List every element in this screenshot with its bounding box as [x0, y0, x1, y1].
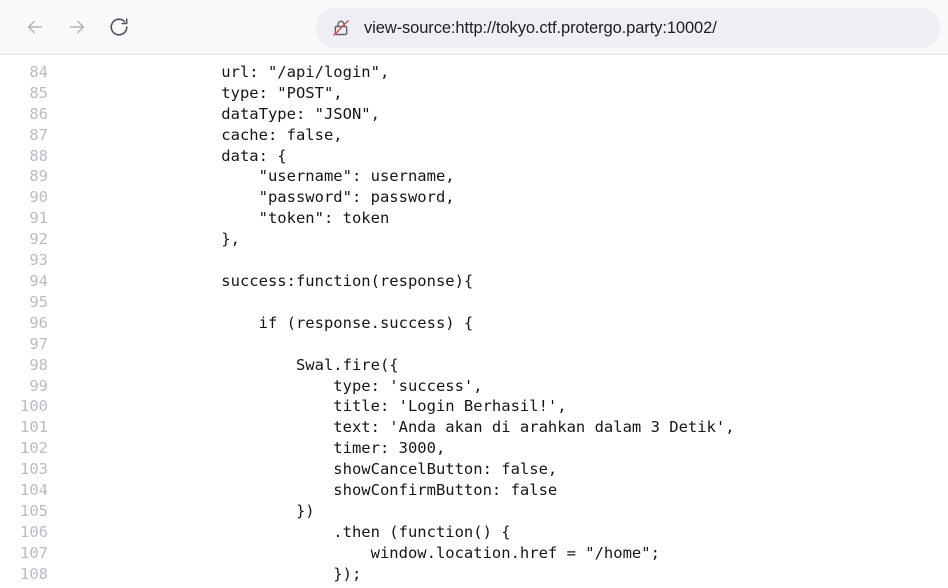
line-code[interactable]: },: [48, 229, 735, 250]
line-code[interactable]: "password": password,: [48, 187, 735, 208]
line-number: 84: [29, 62, 48, 81]
back-button[interactable]: [16, 8, 54, 46]
line-number: 97: [29, 334, 48, 353]
line-number: 86: [29, 104, 48, 123]
line-code[interactable]: showConfirmButton: false: [48, 480, 735, 501]
source-line: 89 "username": username,: [0, 166, 735, 187]
address-bar[interactable]: view-source:http://tokyo.ctf.protergo.pa…: [316, 8, 940, 48]
source-code-table: 8384 url: "/api/login",85 type: "POST",8…: [0, 56, 735, 588]
source-line: 105 }): [0, 501, 735, 522]
line-code[interactable]: Swal.fire({: [48, 355, 735, 376]
line-number: 89: [29, 167, 48, 186]
line-number: 101: [20, 418, 48, 437]
line-number: 104: [20, 481, 48, 500]
source-line: 103 showCancelButton: false,: [0, 459, 735, 480]
reload-button[interactable]: [100, 8, 138, 46]
source-line: 87 cache: false,: [0, 125, 735, 146]
line-code[interactable]: window.location.href = "/home";: [48, 543, 735, 564]
source-line: 85 type: "POST",: [0, 83, 735, 104]
line-number: 95: [29, 292, 48, 311]
view-source-content[interactable]: 8384 url: "/api/login",85 type: "POST",8…: [0, 56, 948, 588]
line-code[interactable]: data: {: [48, 146, 735, 167]
source-line: 107 window.location.href = "/home";: [0, 543, 735, 564]
line-code[interactable]: [48, 292, 735, 313]
line-number: 99: [29, 376, 48, 395]
line-code[interactable]: showCancelButton: false,: [48, 459, 735, 480]
line-code[interactable]: [48, 334, 735, 355]
source-line: 98 Swal.fire({: [0, 355, 735, 376]
line-code[interactable]: cache: false,: [48, 125, 735, 146]
browser-toolbar: view-source:http://tokyo.ctf.protergo.pa…: [0, 0, 948, 55]
line-number: 96: [29, 313, 48, 332]
line-number: 85: [29, 83, 48, 102]
forward-button[interactable]: [58, 8, 96, 46]
source-line: 94 success:function(response){: [0, 271, 735, 292]
source-line: 91 "token": token: [0, 208, 735, 229]
line-number: 98: [29, 355, 48, 374]
line-code[interactable]: success:function(response){: [48, 271, 735, 292]
line-code[interactable]: .then (function() {: [48, 522, 735, 543]
line-number: 102: [20, 439, 48, 458]
line-number: 91: [29, 209, 48, 228]
source-line: 104 showConfirmButton: false: [0, 480, 735, 501]
line-code[interactable]: type: 'success',: [48, 376, 735, 397]
line-number: 107: [20, 543, 48, 562]
line-code[interactable]: }): [48, 501, 735, 522]
line-number: 108: [20, 564, 48, 583]
source-line: 95: [0, 292, 735, 313]
reload-arrow-icon: [108, 16, 130, 38]
forward-arrow-icon: [66, 16, 88, 38]
source-line: 100 title: 'Login Berhasil!',: [0, 396, 735, 417]
line-number: 100: [20, 397, 48, 416]
source-line: 93: [0, 250, 735, 271]
line-number: 92: [29, 230, 48, 249]
line-number: 106: [20, 522, 48, 541]
source-line: 108 });: [0, 564, 735, 585]
source-line: 97: [0, 334, 735, 355]
line-code[interactable]: dataType: "JSON",: [48, 104, 735, 125]
line-code[interactable]: if (response.success) {: [48, 313, 735, 334]
line-code[interactable]: url: "/api/login",: [48, 62, 735, 83]
source-line: 84 url: "/api/login",: [0, 62, 735, 83]
line-number: 88: [29, 146, 48, 165]
line-code[interactable]: text: 'Anda akan di arahkan dalam 3 Deti…: [48, 417, 734, 438]
source-line: 90 "password": password,: [0, 187, 735, 208]
source-line: 106 .then (function() {: [0, 522, 735, 543]
line-number: 103: [20, 460, 48, 479]
line-code[interactable]: });: [48, 564, 735, 585]
line-code[interactable]: [48, 585, 735, 588]
line-code[interactable]: title: 'Login Berhasil!',: [48, 396, 735, 417]
url-text[interactable]: view-source:http://tokyo.ctf.protergo.pa…: [364, 19, 717, 38]
source-line: 99 type: 'success',: [0, 376, 735, 397]
line-code[interactable]: type: "POST",: [48, 83, 735, 104]
line-number: 93: [29, 251, 48, 270]
source-line: 96 if (response.success) {: [0, 313, 735, 334]
source-line: 102 timer: 3000,: [0, 438, 735, 459]
line-number: 105: [20, 501, 48, 520]
source-line: 86 dataType: "JSON",: [0, 104, 735, 125]
line-code[interactable]: [48, 250, 735, 271]
source-line: 109: [0, 585, 735, 588]
lock-crossed-out-icon[interactable]: [330, 17, 352, 39]
source-line: 88 data: {: [0, 146, 735, 167]
line-number: 90: [29, 188, 48, 207]
line-number: 87: [29, 125, 48, 144]
line-number: 94: [29, 271, 48, 290]
back-arrow-icon: [24, 16, 46, 38]
source-line: 92 },: [0, 229, 735, 250]
source-line: 101 text: 'Anda akan di arahkan dalam 3 …: [0, 417, 735, 438]
source-code-body: 8384 url: "/api/login",85 type: "POST",8…: [0, 56, 735, 588]
line-number: 109: [0, 585, 48, 588]
line-code[interactable]: "token": token: [48, 208, 735, 229]
line-code[interactable]: "username": username,: [48, 166, 735, 187]
line-code[interactable]: timer: 3000,: [48, 438, 735, 459]
